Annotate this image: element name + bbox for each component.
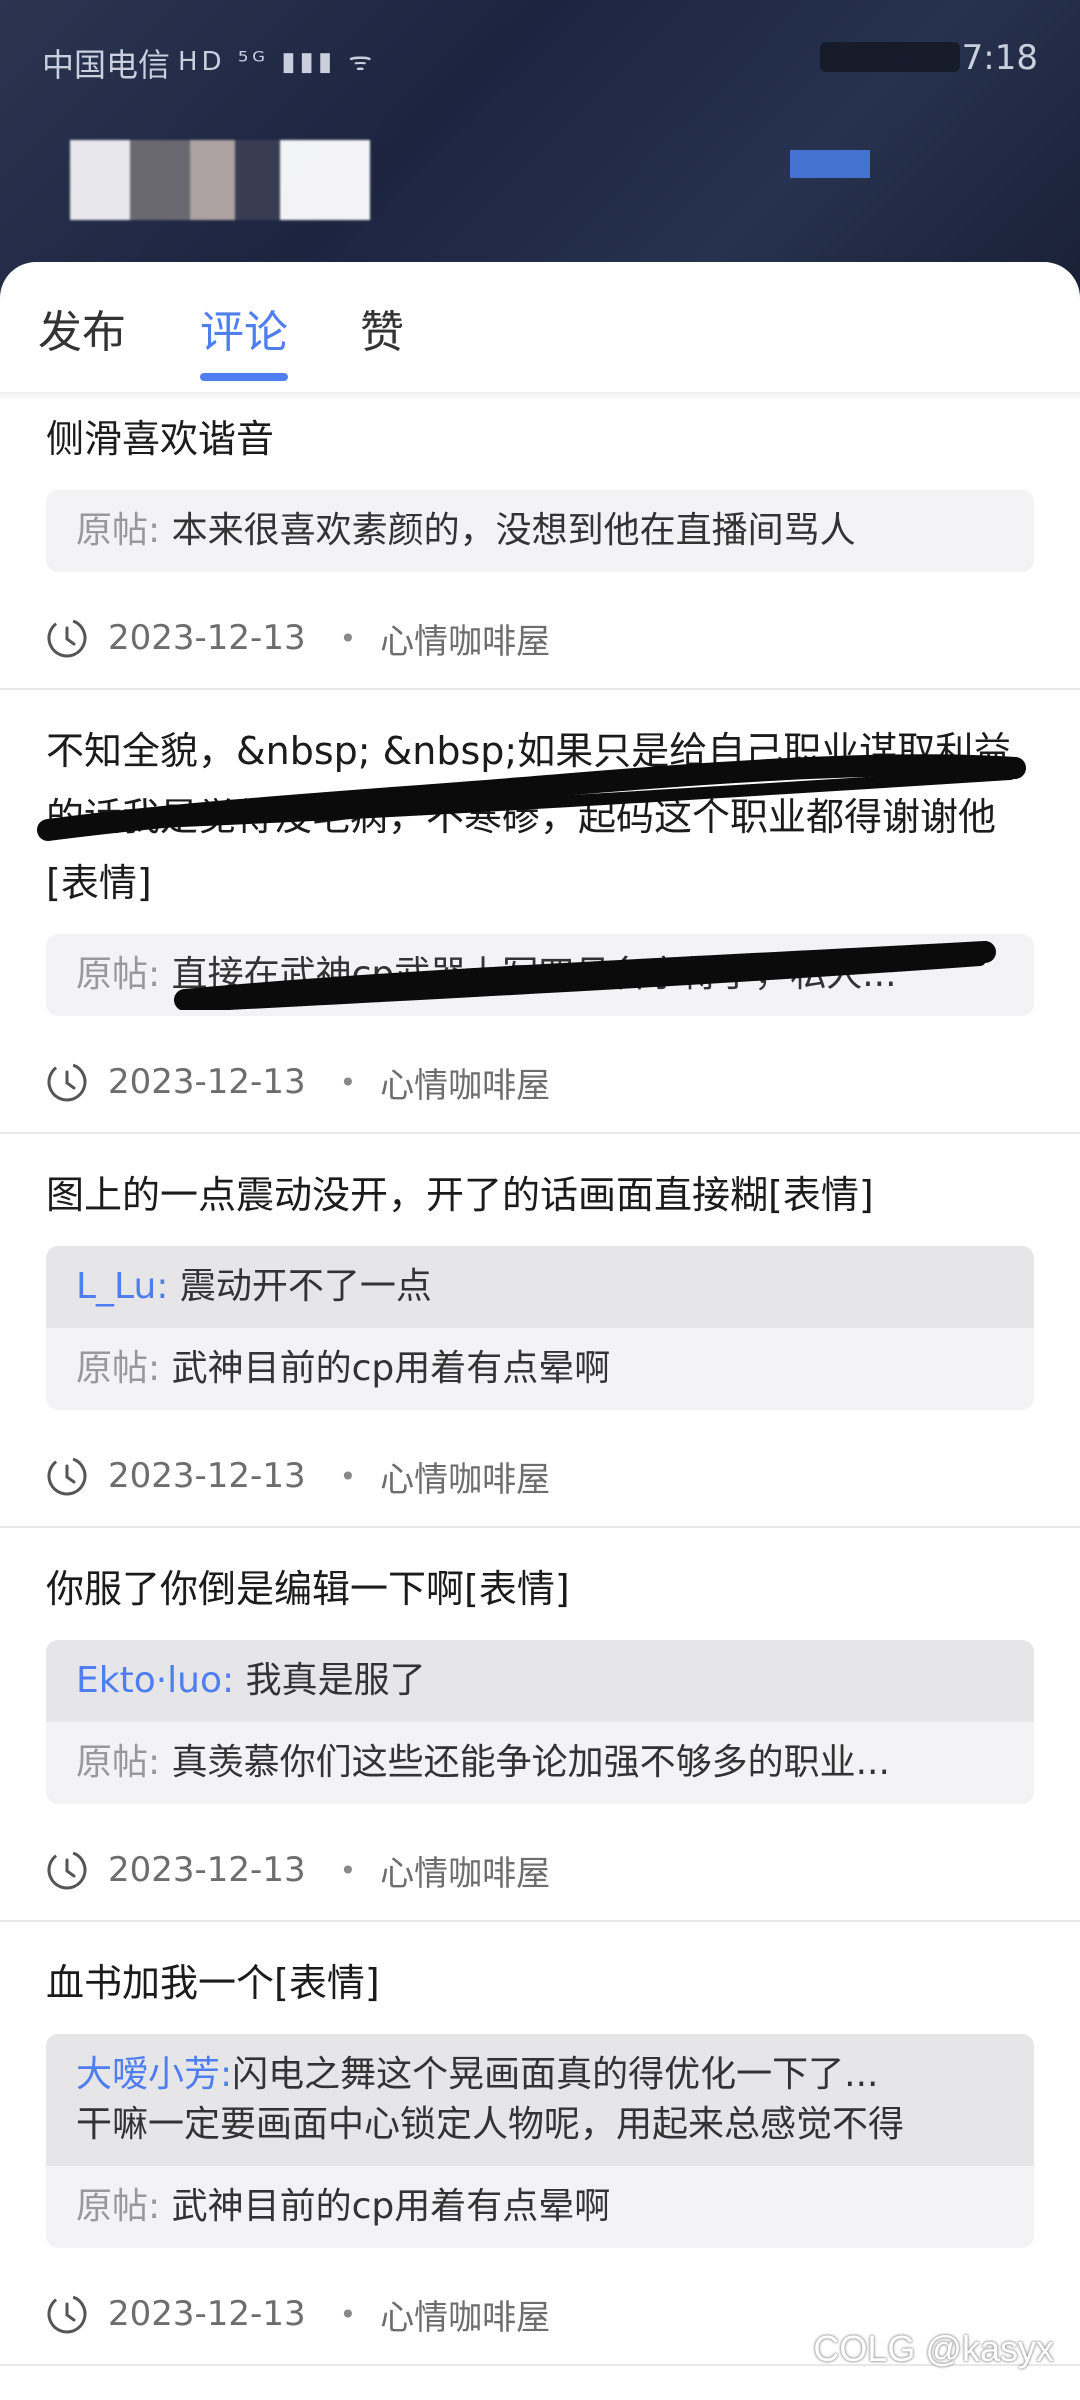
comment-meta: 2023-12-13 • 心情咖啡屋 — [46, 1434, 1034, 1526]
original-post-label: 原帖: — [76, 1348, 161, 1389]
quote-box[interactable]: L_Lu: 震动开不了一点 原帖: 武神目前的cp用着有点晕啊 — [46, 1246, 1034, 1410]
meta-separator: • — [339, 1853, 357, 1887]
comment-date: 2023-12-13 — [108, 1456, 306, 1496]
comment-date: 2023-12-13 — [108, 1850, 306, 1890]
reply-username[interactable]: 大嗳小芳: — [76, 2054, 232, 2095]
clock-icon — [47, 1062, 87, 1102]
comment-date: 2023-12-13 — [108, 2294, 306, 2334]
comment-date: 2023-12-13 — [108, 1062, 306, 1102]
comment-text: 血书加我一个[表情] — [46, 1961, 380, 2005]
quote-box[interactable]: 原帖: 本来很喜欢素颜的，没想到他在直播间骂人 — [46, 490, 1034, 572]
comment-meta: 2023-12-13 • 心情咖啡屋 — [46, 596, 1034, 688]
profile-name-blurred — [70, 140, 370, 220]
clock-icon — [47, 1850, 87, 1890]
active-tab-indicator — [200, 373, 288, 381]
tab-comments[interactable]: 评论 — [200, 296, 288, 360]
reply-row[interactable]: L_Lu: 震动开不了一点 — [46, 1246, 1034, 1328]
reply-username[interactable]: Ekto·luo: — [76, 1660, 234, 1701]
battery-icon — [820, 42, 960, 72]
watermark: COLG @kasyx — [813, 2328, 1054, 2369]
comment-card[interactable]: 图上的一点震动没开，开了的话画面直接糊[表情] L_Lu: 震动开不了一点 原帖… — [0, 1134, 1080, 1528]
comment-text: 你服了你倒是编辑一下啊[表情] — [46, 1567, 570, 1611]
reply-row[interactable]: 大嗳小芳:闪电之舞这个晃画面真的得优化一下了... 干嘛一定要画面中心锁定人物呢… — [46, 2034, 1034, 2166]
comment-text: 侧滑喜欢谐音 — [46, 417, 275, 461]
tab-bar: 发布 评论 赞 — [0, 262, 1080, 392]
original-post-text: 直接在武神cp武器上写四月名字得了，私人... — [171, 954, 897, 995]
quote-box[interactable]: 原帖: 直接在武神cp武器上写四月名字得了，私人... — [46, 934, 1034, 1016]
reply-text: 闪电之舞这个晃画面真的得优化一下了... — [232, 2054, 879, 2095]
reply-line: 大嗳小芳:闪电之舞这个晃画面真的得优化一下了... — [76, 2050, 1004, 2100]
original-post-row[interactable]: 原帖: 直接在武神cp武器上写四月名字得了，私人... — [46, 934, 1034, 1016]
original-post-text: 真羡慕你们这些还能争论加强不够多的职业... — [171, 1742, 890, 1783]
forum-name[interactable]: 心情咖啡屋 — [380, 1846, 550, 1895]
comment-text: 不知全貌，&nbsp; &nbsp;如果只是给自己职业谋取利益的话我是觉得没毛病… — [46, 729, 1012, 905]
status-time: 7:18 — [961, 38, 1038, 78]
clock-icon — [47, 2294, 87, 2334]
original-post-label: 原帖: — [76, 954, 161, 995]
forum-name[interactable]: 心情咖啡屋 — [380, 1452, 550, 1501]
comment-meta: 2023-12-13 • 心情咖啡屋 — [46, 1040, 1034, 1132]
quote-box[interactable]: Ekto·luo: 我真是服了 原帖: 真羡慕你们这些还能争论加强不够多的职业.… — [46, 1640, 1034, 1804]
original-post-row[interactable]: 原帖: 真羡慕你们这些还能争论加强不够多的职业... — [46, 1722, 1034, 1804]
profile-badge-blurred — [790, 150, 870, 178]
reply-text-continued: 干嘛一定要画面中心锁定人物呢，用起来总感觉不得 — [76, 2104, 905, 2145]
reply-username[interactable]: L_Lu: — [76, 1266, 168, 1307]
clock-icon — [47, 1456, 87, 1496]
original-post-label: 原帖: — [76, 2186, 161, 2227]
meta-separator: • — [339, 1459, 357, 1493]
original-post-label: 原帖: — [76, 1742, 161, 1783]
signal-icon: HD ⁵ᴳ ▮▮▮ ᯤ — [178, 47, 377, 77]
forum-name[interactable]: 心情咖啡屋 — [380, 1058, 550, 1107]
reply-row[interactable]: Ekto·luo: 我真是服了 — [46, 1640, 1034, 1722]
clock-icon — [47, 618, 87, 658]
comment-date: 2023-12-13 — [108, 618, 306, 658]
tab-likes[interactable]: 赞 — [360, 296, 404, 360]
original-post-text: 武神目前的cp用着有点晕啊 — [171, 1348, 611, 1389]
meta-separator: • — [339, 1065, 357, 1099]
original-post-text: 本来很喜欢素颜的，没想到他在直播间骂人 — [171, 510, 856, 551]
forum-name[interactable]: 心情咖啡屋 — [380, 614, 550, 663]
carrier-label: 中国电信 — [42, 46, 171, 84]
meta-separator: • — [339, 2297, 357, 2331]
reply-text: 我真是服了 — [245, 1660, 426, 1701]
comment-text: 图上的一点震动没开，开了的话画面直接糊[表情] — [46, 1173, 874, 1217]
comment-card[interactable]: 侧滑喜欢谐音 原帖: 本来很喜欢素颜的，没想到他在直播间骂人 2023-12-1… — [0, 406, 1080, 690]
forum-name[interactable]: 心情咖啡屋 — [380, 2290, 550, 2339]
original-post-row[interactable]: 原帖: 武神目前的cp用着有点晕啊 — [46, 2166, 1034, 2248]
original-post-label: 原帖: — [76, 510, 161, 551]
original-post-row[interactable]: 原帖: 本来很喜欢素颜的，没想到他在直播间骂人 — [46, 490, 1034, 572]
comment-card[interactable]: 你服了你倒是编辑一下啊[表情] Ekto·luo: 我真是服了 原帖: 真羡慕你… — [0, 1528, 1080, 1922]
comment-card[interactable]: 不知全貌，&nbsp; &nbsp;如果只是给自己职业谋取利益的话我是觉得没毛病… — [0, 690, 1080, 1134]
comment-meta: 2023-12-13 • 心情咖啡屋 — [46, 1828, 1034, 1920]
original-post-text: 武神目前的cp用着有点晕啊 — [171, 2186, 611, 2227]
quote-box[interactable]: 大嗳小芳:闪电之舞这个晃画面真的得优化一下了... 干嘛一定要画面中心锁定人物呢… — [46, 2034, 1034, 2248]
comment-feed[interactable]: 侧滑喜欢谐音 原帖: 本来很喜欢素颜的，没想到他在直播间骂人 2023-12-1… — [0, 398, 1080, 2366]
status-bar: 中国电信 HD ⁵ᴳ ▮▮▮ ᯤ 7:18 — [0, 0, 1080, 110]
meta-separator: • — [339, 621, 357, 655]
reply-text: 震动开不了一点 — [179, 1266, 432, 1307]
original-post-row[interactable]: 原帖: 武神目前的cp用着有点晕啊 — [46, 1328, 1034, 1410]
comment-card[interactable]: 血书加我一个[表情] 大嗳小芳:闪电之舞这个晃画面真的得优化一下了... 干嘛一… — [0, 1922, 1080, 2366]
tab-posts[interactable]: 发布 — [38, 296, 126, 360]
